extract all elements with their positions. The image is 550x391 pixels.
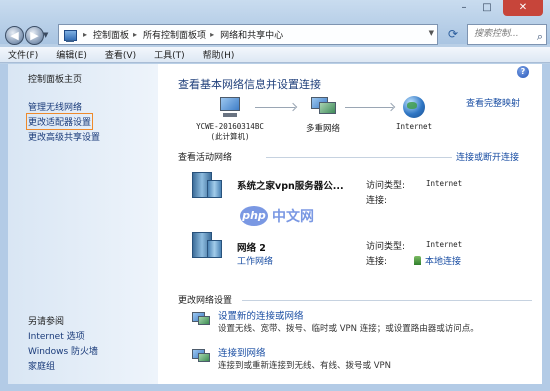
address-dropdown-icon[interactable]: ▼ [429,29,434,37]
work-network-icon [192,232,222,258]
menu-file[interactable]: 文件(F) [8,48,38,61]
window-frame-bottom [0,384,550,391]
access-type-value: Internet [426,240,463,249]
vpn-network-icon [192,172,222,198]
change-settings-heading: 更改网络设置 [178,296,233,306]
maximize-button[interactable]: □ [478,0,496,16]
connect-disconnect-link[interactable]: 连接或断开连接 [456,150,519,163]
search-input[interactable]: 搜索控制... ⌕ [467,24,547,45]
divider [266,157,452,158]
network-name: 网络 2 [237,243,266,254]
php-logo: php [240,206,268,226]
minimize-button[interactable]: – [455,0,473,16]
menu-bar: 文件(F) 编辑(E) 查看(V) 工具(T) 帮助(H) [0,47,550,63]
connection-bars-icon [414,256,421,265]
search-icon[interactable]: ⌕ [537,27,543,46]
map-node-sublabel: (此计算机) [210,132,250,141]
map-node-multiple-networks[interactable]: 多重网络 [290,122,356,134]
map-node-label: YCWE-20160314BC [196,122,264,131]
full-map-link[interactable]: 查看完整映射 [466,96,520,109]
main-content [158,64,542,384]
sidebar: 控制面板主页 管理无线网络 更改适配器设置 更改高级共享设置 另请参阅 Inte… [8,64,158,384]
connection-label: 连接: [366,257,388,267]
window-frame-left [0,64,8,391]
sidebar-item-homegroup[interactable]: 家庭组 [28,359,55,372]
breadcrumb-separator-icon[interactable]: ▸ [83,30,87,39]
back-button[interactable]: ◀ [5,26,24,45]
task-description: 连接到或重新连接到无线、有线、拨号或 VPN [218,361,392,371]
network-name: 系统之家vpn服务器公... [237,181,344,192]
close-button[interactable]: ✕ [503,0,543,16]
sidebar-item-internet-options[interactable]: Internet 选项 [28,329,85,342]
menu-tools[interactable]: 工具(T) [154,48,185,61]
sidebar-item-manage-wireless[interactable]: 管理无线网络 [28,100,82,113]
new-connection-icon [192,310,210,326]
menu-view[interactable]: 查看(V) [105,48,136,61]
sidebar-item-windows-firewall[interactable]: Windows 防火墙 [28,344,98,357]
sidebar-item-adapter-settings[interactable]: 更改适配器设置 [25,113,94,130]
internet-globe-icon [403,96,425,118]
see-also-heading: 另请参阅 [28,317,65,327]
access-type-label: 访问类型: [366,242,406,252]
watermark-text: 中文网 [272,209,314,225]
page-title: 查看基本网络信息并设置连接 [178,78,321,91]
setup-connection-link[interactable]: 设置新的连接或网络 [218,308,304,322]
refresh-icon[interactable]: ⟳ [443,25,463,44]
connect-to-network-link[interactable]: 连接到网络 [218,345,266,359]
help-icon[interactable]: ? [517,66,529,78]
control-panel-icon [63,28,77,42]
divider [242,300,532,301]
breadcrumb-control-panel[interactable]: 控制面板 [93,28,129,41]
task-description: 设置无线、宽带、拨号、临时或 VPN 连接；或设置路由器或访问点。 [218,324,479,334]
search-placeholder: 搜索控制... [474,29,519,39]
access-type-label: 访问类型: [366,181,406,191]
sidebar-item-advanced-sharing[interactable]: 更改高级共享设置 [28,130,100,143]
sidebar-home-link[interactable]: 控制面板主页 [28,72,82,85]
multiple-networks-icon [311,97,336,119]
active-networks-heading: 查看活动网络 [178,153,233,163]
window-frame-right [542,64,550,391]
address-bar[interactable]: ▸ 控制面板 ▸ 所有控制面板项 ▸ 网络和共享中心 ▼ [58,24,438,45]
local-connection-link[interactable]: 本地连接 [414,254,461,267]
menu-edit[interactable]: 编辑(E) [56,48,87,61]
menu-help[interactable]: 帮助(H) [203,48,235,61]
connect-network-icon [192,347,210,363]
map-node-internet[interactable]: Internet [391,122,437,131]
access-type-value: Internet [426,179,463,188]
breadcrumb-separator-icon[interactable]: ▸ [133,30,137,39]
connection-label: 连接: [366,196,388,206]
forward-button[interactable]: ▶ [25,26,44,45]
watermark: php 中文网 [240,206,314,226]
map-connector-line [345,107,393,108]
breadcrumb-all-items[interactable]: 所有控制面板项 [143,28,206,41]
map-node-this-computer[interactable]: YCWE-20160314BC (此计算机) [180,122,280,142]
recent-pages-dropdown[interactable]: ▼ [43,31,48,39]
network-type-link[interactable]: 工作网络 [237,254,273,267]
breadcrumb-network-center[interactable]: 网络和共享中心 [220,28,283,41]
local-connection-label: 本地连接 [425,257,462,267]
computer-icon [218,97,242,119]
breadcrumb-separator-icon[interactable]: ▸ [210,30,214,39]
